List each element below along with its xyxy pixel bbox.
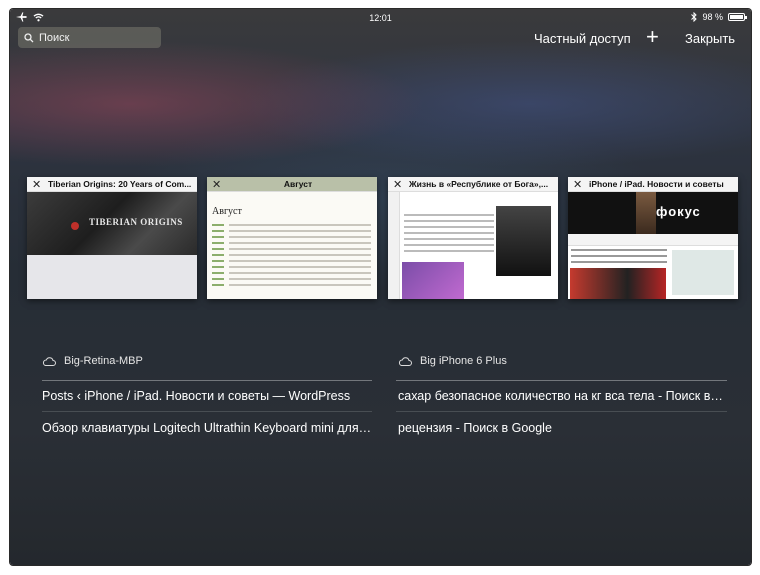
preview-page: Август	[207, 192, 377, 299]
tab-header: ✕ Tiberian Origins: 20 Years of Com...	[27, 177, 197, 192]
status-bar: 12:01 98 %	[10, 9, 751, 27]
tab-title: iPhone / iPad. Новости и советы	[589, 179, 724, 189]
preview-banner-text: фокус	[656, 204, 701, 219]
battery-icon	[728, 13, 747, 21]
preview-text-lines	[404, 214, 494, 256]
preview-logo-text: TIBERIAN ORIGINS	[89, 217, 183, 227]
device-name: Big iPhone 6 Plus	[420, 355, 507, 367]
icloud-tab-link[interactable]: Posts ‹ iPhone / iPad. Новости и советы …	[42, 389, 372, 403]
search-icon	[24, 32, 34, 42]
search-input[interactable]	[39, 31, 149, 44]
tab-preview: Август	[207, 192, 377, 299]
private-browsing-button[interactable]: Частный доступ	[534, 31, 631, 46]
icloud-tab-link[interactable]: сахар безопасное количество на кг вса те…	[398, 389, 726, 403]
tab-title: Tiberian Origins: 20 Years of Com...	[48, 179, 192, 189]
tab-card[interactable]: ✕ Август Август	[207, 177, 377, 299]
tab-header: ✕ Жизнь в «Республике от Бога»,...	[388, 177, 558, 192]
cloud-icon	[42, 356, 56, 366]
bluetooth-icon	[691, 12, 698, 22]
close-icon[interactable]: ✕	[32, 178, 44, 191]
tab-header: ✕ Август	[207, 177, 377, 192]
tab-title: Август	[283, 179, 313, 189]
icloud-device-header: Big iPhone 6 Plus	[398, 355, 507, 367]
tab-header: ✕ iPhone / iPad. Новости и советы	[568, 177, 738, 192]
device-name: Big-Retina-MBP	[64, 355, 143, 367]
divider	[42, 380, 372, 381]
close-icon[interactable]: ✕	[393, 178, 405, 191]
divider	[396, 380, 727, 381]
preview-page	[388, 192, 558, 299]
status-time: 12:01	[369, 13, 392, 23]
tab-title: Жизнь в «Республике от Бога»,...	[409, 179, 549, 189]
tab-preview	[388, 192, 558, 299]
toolbar: Частный доступ + Закрыть	[10, 26, 751, 55]
new-tab-button[interactable]: +	[646, 26, 659, 48]
close-icon[interactable]: ✕	[573, 178, 585, 191]
preview-nav	[568, 234, 738, 246]
icloud-tab-link[interactable]: рецензия - Поиск в Google	[398, 421, 726, 435]
preview-sidebar	[212, 224, 224, 290]
battery-text: 98 %	[702, 12, 723, 22]
preview-aside	[672, 250, 734, 295]
preview-mark	[71, 222, 79, 230]
search-field[interactable]	[18, 27, 161, 48]
tab-card[interactable]: ✕ Tiberian Origins: 20 Years of Com... T…	[27, 177, 197, 299]
icloud-device-header: Big-Retina-MBP	[42, 355, 143, 367]
preview-heading: Август	[212, 206, 242, 217]
divider	[42, 411, 372, 412]
tab-previews: ✕ Tiberian Origins: 20 Years of Com... T…	[27, 177, 738, 299]
tab-preview: TIBERIAN ORIGINS	[27, 192, 197, 299]
tab-preview: фокус	[568, 192, 738, 299]
preview-image	[570, 268, 666, 299]
divider	[396, 411, 727, 412]
preview-image	[402, 262, 464, 299]
safari-tab-overview: 12:01 98 % Частный доступ + Закрыть	[10, 9, 751, 565]
preview-photo	[496, 206, 551, 276]
preview-text-lines	[229, 224, 371, 290]
preview-nav	[388, 192, 400, 299]
preview-footer	[27, 255, 197, 299]
close-tab-view-button[interactable]: Закрыть	[685, 31, 735, 46]
tab-card[interactable]: ✕ iPhone / iPad. Новости и советы фокус	[568, 177, 738, 299]
close-icon[interactable]: ✕	[212, 178, 224, 191]
battery-fill	[730, 15, 743, 19]
preview-text-lines	[571, 249, 667, 267]
cloud-icon	[398, 356, 412, 366]
status-right: 98 %	[691, 12, 747, 22]
preview-banner-photo	[636, 192, 656, 234]
tab-card[interactable]: ✕ Жизнь в «Республике от Бога»,...	[388, 177, 558, 299]
icloud-tab-link[interactable]: Обзор клавиатуры Logitech Ultrathin Keyb…	[42, 421, 372, 435]
